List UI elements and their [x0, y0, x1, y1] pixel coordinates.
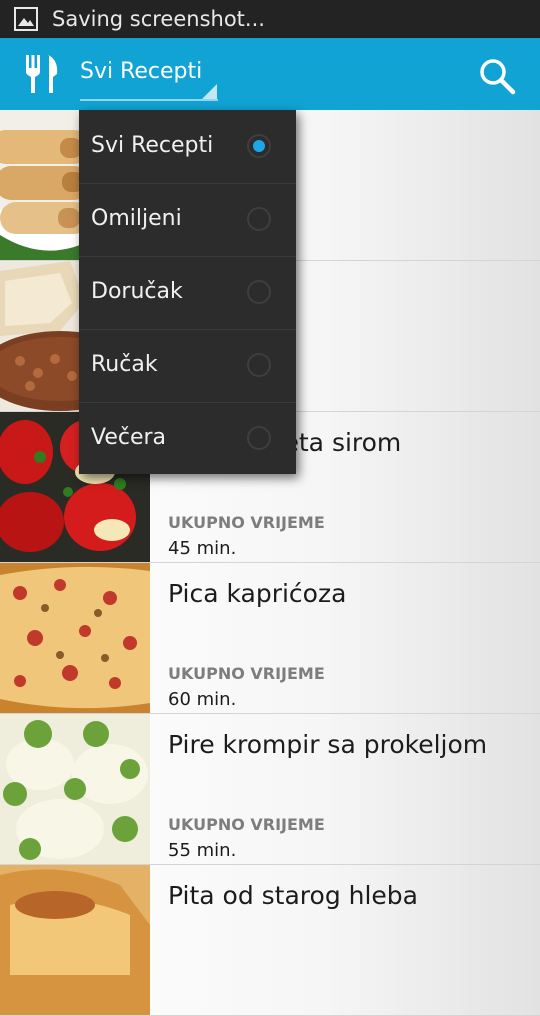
- dropdown-item-dorucak[interactable]: Doručak: [79, 256, 296, 330]
- category-dropdown: Svi Recepti Omiljeni Doručak Ručak Večer…: [79, 110, 296, 474]
- dropdown-item-label: Svi Recepti: [91, 133, 214, 158]
- total-time-value: 45 min.: [168, 538, 237, 559]
- recipe-thumbnail: [0, 865, 150, 1015]
- spinner-underline: [80, 99, 218, 101]
- dropdown-item-vecera[interactable]: Večera: [79, 402, 296, 475]
- total-time-value: 60 min.: [168, 689, 237, 710]
- dropdown-item-label: Večera: [91, 425, 167, 450]
- status-bar: Saving screenshot...: [0, 0, 540, 38]
- recipe-thumbnail: [0, 714, 150, 864]
- dropdown-item-svi-recepti[interactable]: Svi Recepti: [79, 110, 296, 184]
- dropdown-item-label: Omiljeni: [91, 206, 182, 231]
- recipe-title: Pita od starog hleba: [168, 881, 418, 910]
- radio-unchecked-icon[interactable]: [247, 280, 271, 304]
- total-time-label: UKUPNO VRIJEME: [168, 513, 325, 532]
- recipe-thumbnail: [0, 563, 150, 713]
- total-time-label: UKUPNO VRIJEME: [168, 664, 325, 683]
- spinner-triangle-icon[interactable]: [202, 84, 217, 99]
- search-icon[interactable]: [478, 57, 518, 97]
- recipe-title: Pire krompir sa prokeljom: [168, 730, 488, 759]
- list-item[interactable]: Pire krompir sa prokeljom UKUPNO VRIJEME…: [0, 714, 540, 865]
- list-item[interactable]: Pita od starog hleba: [0, 865, 540, 1016]
- image-icon: [14, 7, 38, 31]
- recipe-title: Pica kaprićoza: [168, 579, 347, 608]
- dropdown-item-label: Doručak: [91, 279, 183, 304]
- dropdown-item-rucak[interactable]: Ručak: [79, 329, 296, 403]
- dropdown-item-label: Ručak: [91, 352, 158, 377]
- action-bar: Svi Recepti: [0, 38, 540, 110]
- radio-unchecked-icon[interactable]: [247, 353, 271, 377]
- status-text: Saving screenshot...: [52, 7, 265, 31]
- fork-knife-icon[interactable]: [24, 53, 60, 95]
- total-time-value: 55 min.: [168, 840, 237, 861]
- radio-unchecked-icon[interactable]: [247, 426, 271, 450]
- radio-checked-icon[interactable]: [247, 134, 271, 158]
- radio-unchecked-icon[interactable]: [247, 207, 271, 231]
- dropdown-item-omiljeni[interactable]: Omiljeni: [79, 183, 296, 257]
- spinner-title[interactable]: Svi Recepti: [80, 59, 202, 84]
- total-time-label: UKUPNO VRIJEME: [168, 815, 325, 834]
- list-item[interactable]: Pica kaprićoza UKUPNO VRIJEME 60 min.: [0, 563, 540, 714]
